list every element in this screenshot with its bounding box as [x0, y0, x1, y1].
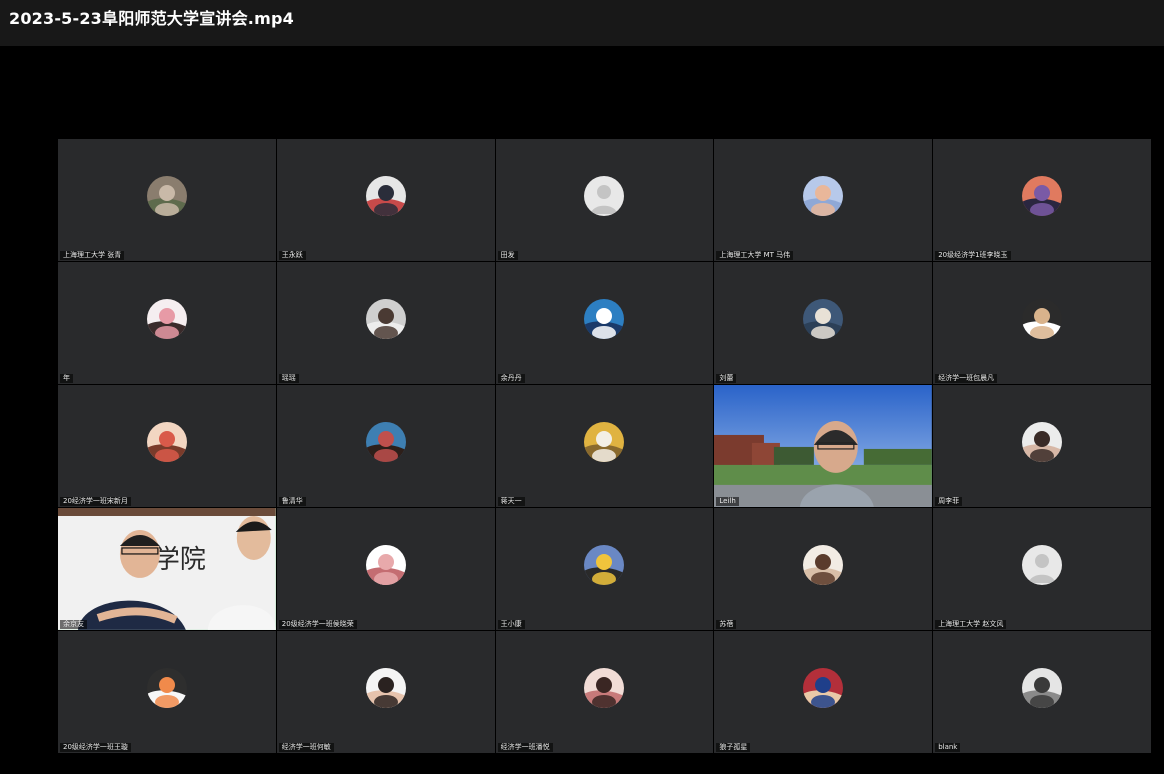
participant-tile[interactable]: 瑶瑶: [276, 262, 495, 384]
participant-video: [714, 385, 933, 507]
participant-tile[interactable]: 经济学一班包晨凡: [933, 262, 1151, 384]
avatar: [803, 545, 844, 585]
avatar: [803, 176, 844, 216]
avatar: [584, 545, 625, 585]
avatar: [803, 299, 844, 339]
avatar: [1022, 299, 1063, 339]
avatar: [803, 668, 844, 708]
participant-name: 鲁清华: [278, 497, 306, 506]
participant-tile[interactable]: 上海理工大学 张青: [58, 139, 276, 261]
participant-tile[interactable]: 王小康: [495, 508, 714, 630]
avatar: [146, 668, 187, 708]
participant-tile[interactable]: 经济学一班潘悦: [495, 631, 714, 753]
participant-name: 经济学一班包晨凡: [935, 374, 998, 383]
avatar: [365, 299, 406, 339]
avatar: [1022, 176, 1063, 216]
avatar: [584, 668, 625, 708]
participant-name: 上海理工大学 张青: [60, 251, 125, 260]
participant-name: 余京友: [60, 620, 87, 629]
avatar: [365, 422, 406, 462]
participant-name: 经济学一班潘悦: [497, 743, 553, 752]
participant-name: 瑶瑶: [278, 374, 299, 383]
avatar: [146, 422, 187, 462]
participant-tile[interactable]: 20级经济学1班李晓玉: [933, 139, 1151, 261]
participant-name: 20级经济学1班李晓玉: [935, 251, 1011, 260]
participant-tile[interactable]: 上海理工大学 赵文风: [933, 508, 1151, 630]
participant-tile[interactable]: 经济学一班何敏: [276, 631, 495, 753]
svg-text:学院: 学院: [154, 545, 206, 575]
participant-tile[interactable]: Leilh: [714, 385, 933, 507]
participant-tile[interactable]: 学院 余京友: [58, 508, 276, 630]
participant-tile[interactable]: 王永跃: [276, 139, 495, 261]
participant-name: 经济学一班何敏: [278, 743, 334, 752]
participant-tile[interactable]: 上海理工大学 MT 马伟: [714, 139, 933, 261]
avatar: [365, 545, 406, 585]
avatar: [1022, 668, 1063, 708]
participant-name: 上海理工大学 MT 马伟: [716, 251, 794, 260]
participant-grid: 上海理工大学 张青 王永跃 田发 上海理工大学 MT 马伟 20级经济学1班李晓…: [58, 139, 1151, 753]
title-bar: 2023-5-23阜阳师范大学宣讲会.mp4: [0, 0, 1164, 46]
participant-tile[interactable]: 鲁清华: [276, 385, 495, 507]
avatar: [146, 299, 187, 339]
default-avatar-icon: [1022, 545, 1063, 585]
participant-name: 余丹丹: [497, 374, 525, 383]
avatar: [146, 176, 187, 216]
participant-tile[interactable]: 周李菲: [933, 385, 1151, 507]
participant-name: 田发: [497, 251, 518, 260]
participant-tile[interactable]: 20级经济学一班王璇: [58, 631, 276, 753]
participant-tile[interactable]: 20经济学一班宋新月: [58, 385, 276, 507]
participant-name: 蒋天一: [497, 497, 525, 506]
avatar: [365, 668, 406, 708]
window-title: 2023-5-23阜阳师范大学宣讲会.mp4: [9, 8, 294, 28]
participant-name: 王小康: [497, 620, 525, 629]
participant-tile[interactable]: 余丹丹: [495, 262, 714, 384]
participant-name: 20级经济学一班王璇: [60, 743, 131, 752]
avatar: [584, 422, 625, 462]
participant-tile[interactable]: 20级经济学一班侯晓荣: [276, 508, 495, 630]
participant-name: 刘蕾: [716, 374, 737, 383]
participant-name: blank: [935, 743, 961, 752]
participant-tile[interactable]: 蒋天一: [495, 385, 714, 507]
participant-name: 苏蓓: [716, 620, 737, 629]
participant-name: Leilh: [716, 497, 739, 506]
participant-name: 20经济学一班宋新月: [60, 497, 131, 506]
avatar: [584, 299, 625, 339]
avatar: [1022, 422, 1063, 462]
participant-name: 狼子孤星: [716, 743, 751, 752]
participant-name: 王永跃: [278, 251, 306, 260]
participant-tile[interactable]: 苏蓓: [714, 508, 933, 630]
participant-name: 上海理工大学 赵文风: [935, 620, 1007, 629]
participant-name: 周李菲: [935, 497, 963, 506]
participant-tile[interactable]: 年: [58, 262, 276, 384]
participant-tile[interactable]: 刘蕾: [714, 262, 933, 384]
participant-tile[interactable]: 田发: [495, 139, 714, 261]
participant-name: 20级经济学一班侯晓荣: [278, 620, 357, 629]
participant-video: 学院: [58, 508, 276, 630]
participant-tile[interactable]: 狼子孤星: [714, 631, 933, 753]
default-avatar-icon: [584, 176, 625, 216]
avatar: [365, 176, 406, 216]
participant-tile[interactable]: blank: [933, 631, 1151, 753]
participant-name: 年: [60, 374, 73, 383]
